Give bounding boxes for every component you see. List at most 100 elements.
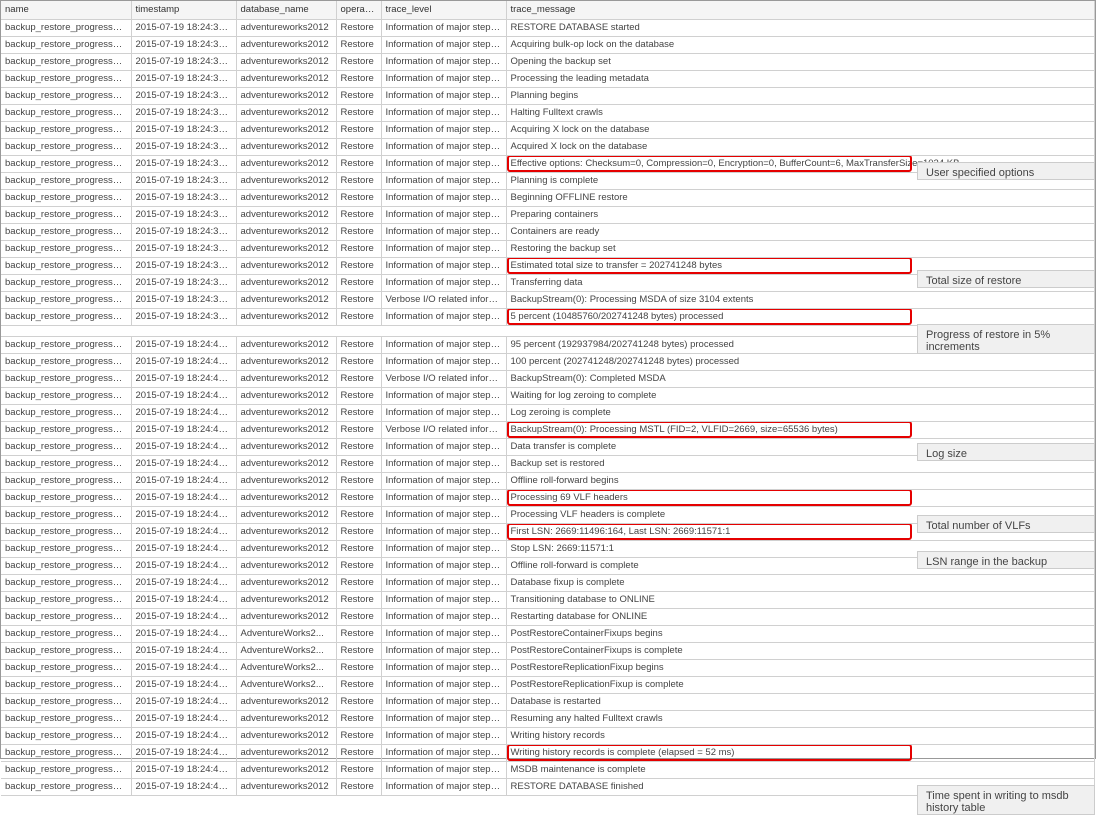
- col-database-name[interactable]: database_name: [236, 1, 336, 19]
- table-row[interactable]: backup_restore_progress_trace2015-07-19 …: [1, 387, 1095, 404]
- cell-trace-message: BackupStream(0): Completed MSDA: [506, 370, 1095, 387]
- table-row[interactable]: backup_restore_progress_trace2015-07-19 …: [1, 591, 1095, 608]
- table-row[interactable]: backup_restore_progress_trace2015-07-19 …: [1, 104, 1095, 121]
- table-row[interactable]: backup_restore_progress_trace2015-07-19 …: [1, 727, 1095, 744]
- table-row[interactable]: backup_restore_progress_trace2015-07-19 …: [1, 189, 1095, 206]
- cell-trace-message: BackupStream(0): Processing MSTL (FID=2,…: [506, 421, 1095, 438]
- cell-trace-level: Information of major steps in ...: [381, 472, 506, 489]
- table-row[interactable]: backup_restore_progress_trace2015-07-19 …: [1, 36, 1095, 53]
- table-row[interactable]: backup_restore_progress_trace2015-07-19 …: [1, 659, 1095, 676]
- cell-name: backup_restore_progress_trace: [1, 308, 131, 325]
- cell-database-name: adventureworks2012: [236, 104, 336, 121]
- cell-trace-level: Information of major steps in ...: [381, 336, 506, 353]
- table-row[interactable]: backup_restore_progress_trace2015-07-19 …: [1, 421, 1095, 438]
- highlight-box: [507, 489, 912, 506]
- cell-database-name: adventureworks2012: [236, 523, 336, 540]
- cell-name: backup_restore_progress_trace: [1, 438, 131, 455]
- cell-name: backup_restore_progress_trace: [1, 642, 131, 659]
- cell-trace-level: Verbose I/O related informati...: [381, 421, 506, 438]
- cell-trace-message: Offline roll-forward begins: [506, 472, 1095, 489]
- header-row[interactable]: name timestamp database_name operati... …: [1, 1, 1095, 19]
- cell-trace-level: Information of major steps in ...: [381, 104, 506, 121]
- table-row[interactable]: backup_restore_progress_trace2015-07-19 …: [1, 240, 1095, 257]
- table-row[interactable]: backup_restore_progress_trace2015-07-19 …: [1, 138, 1095, 155]
- table-row[interactable]: backup_restore_progress_trace2015-07-19 …: [1, 693, 1095, 710]
- cell-operation: Restore: [336, 727, 381, 744]
- cell-trace-level: Verbose I/O related informati...: [381, 370, 506, 387]
- table-row[interactable]: backup_restore_progress_trace2015-07-19 …: [1, 370, 1095, 387]
- cell-timestamp: 2015-07-19 18:24:40...: [131, 353, 236, 370]
- table-row[interactable]: backup_restore_progress_trace2015-07-19 …: [1, 206, 1095, 223]
- table-row[interactable]: backup_restore_progress_trace2015-07-19 …: [1, 761, 1095, 778]
- table-row[interactable]: backup_restore_progress_trace2015-07-19 …: [1, 744, 1095, 761]
- cell-timestamp: 2015-07-19 18:24:44...: [131, 642, 236, 659]
- col-trace-message[interactable]: trace_message: [506, 1, 1095, 19]
- table-row[interactable]: backup_restore_progress_trace2015-07-19 …: [1, 53, 1095, 70]
- cell-database-name: adventureworks2012: [236, 557, 336, 574]
- cell-trace-message: Beginning OFFLINE restore: [506, 189, 1095, 206]
- cell-timestamp: 2015-07-19 18:24:44...: [131, 523, 236, 540]
- cell-timestamp: 2015-07-19 18:24:43...: [131, 421, 236, 438]
- cell-name: backup_restore_progress_trace: [1, 257, 131, 274]
- annotation-label: LSN range in the backup: [917, 551, 1095, 569]
- table-row[interactable]: backup_restore_progress_trace2015-07-19 …: [1, 291, 1095, 308]
- cell-trace-message: PostRestoreReplicationFixup begins: [506, 659, 1095, 676]
- table-row[interactable]: backup_restore_progress_trace2015-07-19 …: [1, 676, 1095, 693]
- cell-timestamp: 2015-07-19 18:24:38...: [131, 87, 236, 104]
- cell-trace-level: Information of major steps in ...: [381, 625, 506, 642]
- cell-database-name: AdventureWorks2...: [236, 642, 336, 659]
- cell-timestamp: 2015-07-19 18:24:44...: [131, 778, 236, 795]
- table-row[interactable]: backup_restore_progress_trace2015-07-19 …: [1, 19, 1095, 36]
- table-row[interactable]: backup_restore_progress_trace2015-07-19 …: [1, 472, 1095, 489]
- table-row[interactable]: backup_restore_progress_trace2015-07-19 …: [1, 404, 1095, 421]
- col-name[interactable]: name: [1, 1, 131, 19]
- trace-grid[interactable]: name timestamp database_name operati... …: [1, 1, 1095, 796]
- cell-name: backup_restore_progress_trace: [1, 155, 131, 172]
- cell-trace-message: PostRestoreContainerFixups begins: [506, 625, 1095, 642]
- table-row[interactable]: backup_restore_progress_trace2015-07-19 …: [1, 223, 1095, 240]
- cell-database-name: adventureworks2012: [236, 257, 336, 274]
- cell-database-name: adventureworks2012: [236, 291, 336, 308]
- cell-database-name: adventureworks2012: [236, 591, 336, 608]
- cell-trace-message: Transitioning database to ONLINE: [506, 591, 1095, 608]
- cell-trace-level: Information of major steps in ...: [381, 121, 506, 138]
- annotation-label: Log size: [917, 443, 1095, 461]
- cell-operation: Restore: [336, 778, 381, 795]
- table-row[interactable]: backup_restore_progress_trace2015-07-19 …: [1, 625, 1095, 642]
- table-row[interactable]: backup_restore_progress_trace2015-07-19 …: [1, 710, 1095, 727]
- cell-trace-message: Writing history records is complete (ela…: [506, 744, 1095, 761]
- cell-trace-level: Information of major steps in ...: [381, 257, 506, 274]
- cell-database-name: adventureworks2012: [236, 421, 336, 438]
- table-row[interactable]: backup_restore_progress_trace2015-07-19 …: [1, 353, 1095, 370]
- cell-operation: Restore: [336, 574, 381, 591]
- col-operation[interactable]: operati...: [336, 1, 381, 19]
- col-trace-level[interactable]: trace_level: [381, 1, 506, 19]
- col-timestamp[interactable]: timestamp: [131, 1, 236, 19]
- cell-timestamp: 2015-07-19 18:24:38...: [131, 257, 236, 274]
- table-row[interactable]: backup_restore_progress_trace2015-07-19 …: [1, 489, 1095, 506]
- table-row[interactable]: backup_restore_progress_trace2015-07-19 …: [1, 608, 1095, 625]
- cell-timestamp: 2015-07-19 18:24:38...: [131, 223, 236, 240]
- table-row[interactable]: backup_restore_progress_trace2015-07-19 …: [1, 308, 1095, 325]
- cell-timestamp: 2015-07-19 18:24:44...: [131, 727, 236, 744]
- table-row[interactable]: backup_restore_progress_trace2015-07-19 …: [1, 642, 1095, 659]
- table-row[interactable]: backup_restore_progress_trace2015-07-19 …: [1, 574, 1095, 591]
- table-row[interactable]: backup_restore_progress_trace2015-07-19 …: [1, 87, 1095, 104]
- cell-timestamp: 2015-07-19 18:24:44...: [131, 625, 236, 642]
- cell-trace-level: Information of major steps in ...: [381, 523, 506, 540]
- table-row[interactable]: backup_restore_progress_trace2015-07-19 …: [1, 70, 1095, 87]
- cell-operation: Restore: [336, 557, 381, 574]
- cell-database-name: adventureworks2012: [236, 336, 336, 353]
- cell-database-name: adventureworks2012: [236, 274, 336, 291]
- table-row[interactable]: backup_restore_progress_trace2015-07-19 …: [1, 121, 1095, 138]
- cell-trace-message: Log zeroing is complete: [506, 404, 1095, 421]
- cell-name: backup_restore_progress_trace: [1, 121, 131, 138]
- cell-trace-level: Information of major steps in ...: [381, 155, 506, 172]
- highlight-box: [507, 523, 912, 540]
- cell-trace-level: Information of major steps in ...: [381, 744, 506, 761]
- cell-name: backup_restore_progress_trace: [1, 574, 131, 591]
- cell-name: backup_restore_progress_trace: [1, 744, 131, 761]
- cell-database-name: adventureworks2012: [236, 53, 336, 70]
- cell-database-name: adventureworks2012: [236, 693, 336, 710]
- cell-timestamp: 2015-07-19 18:24:44...: [131, 608, 236, 625]
